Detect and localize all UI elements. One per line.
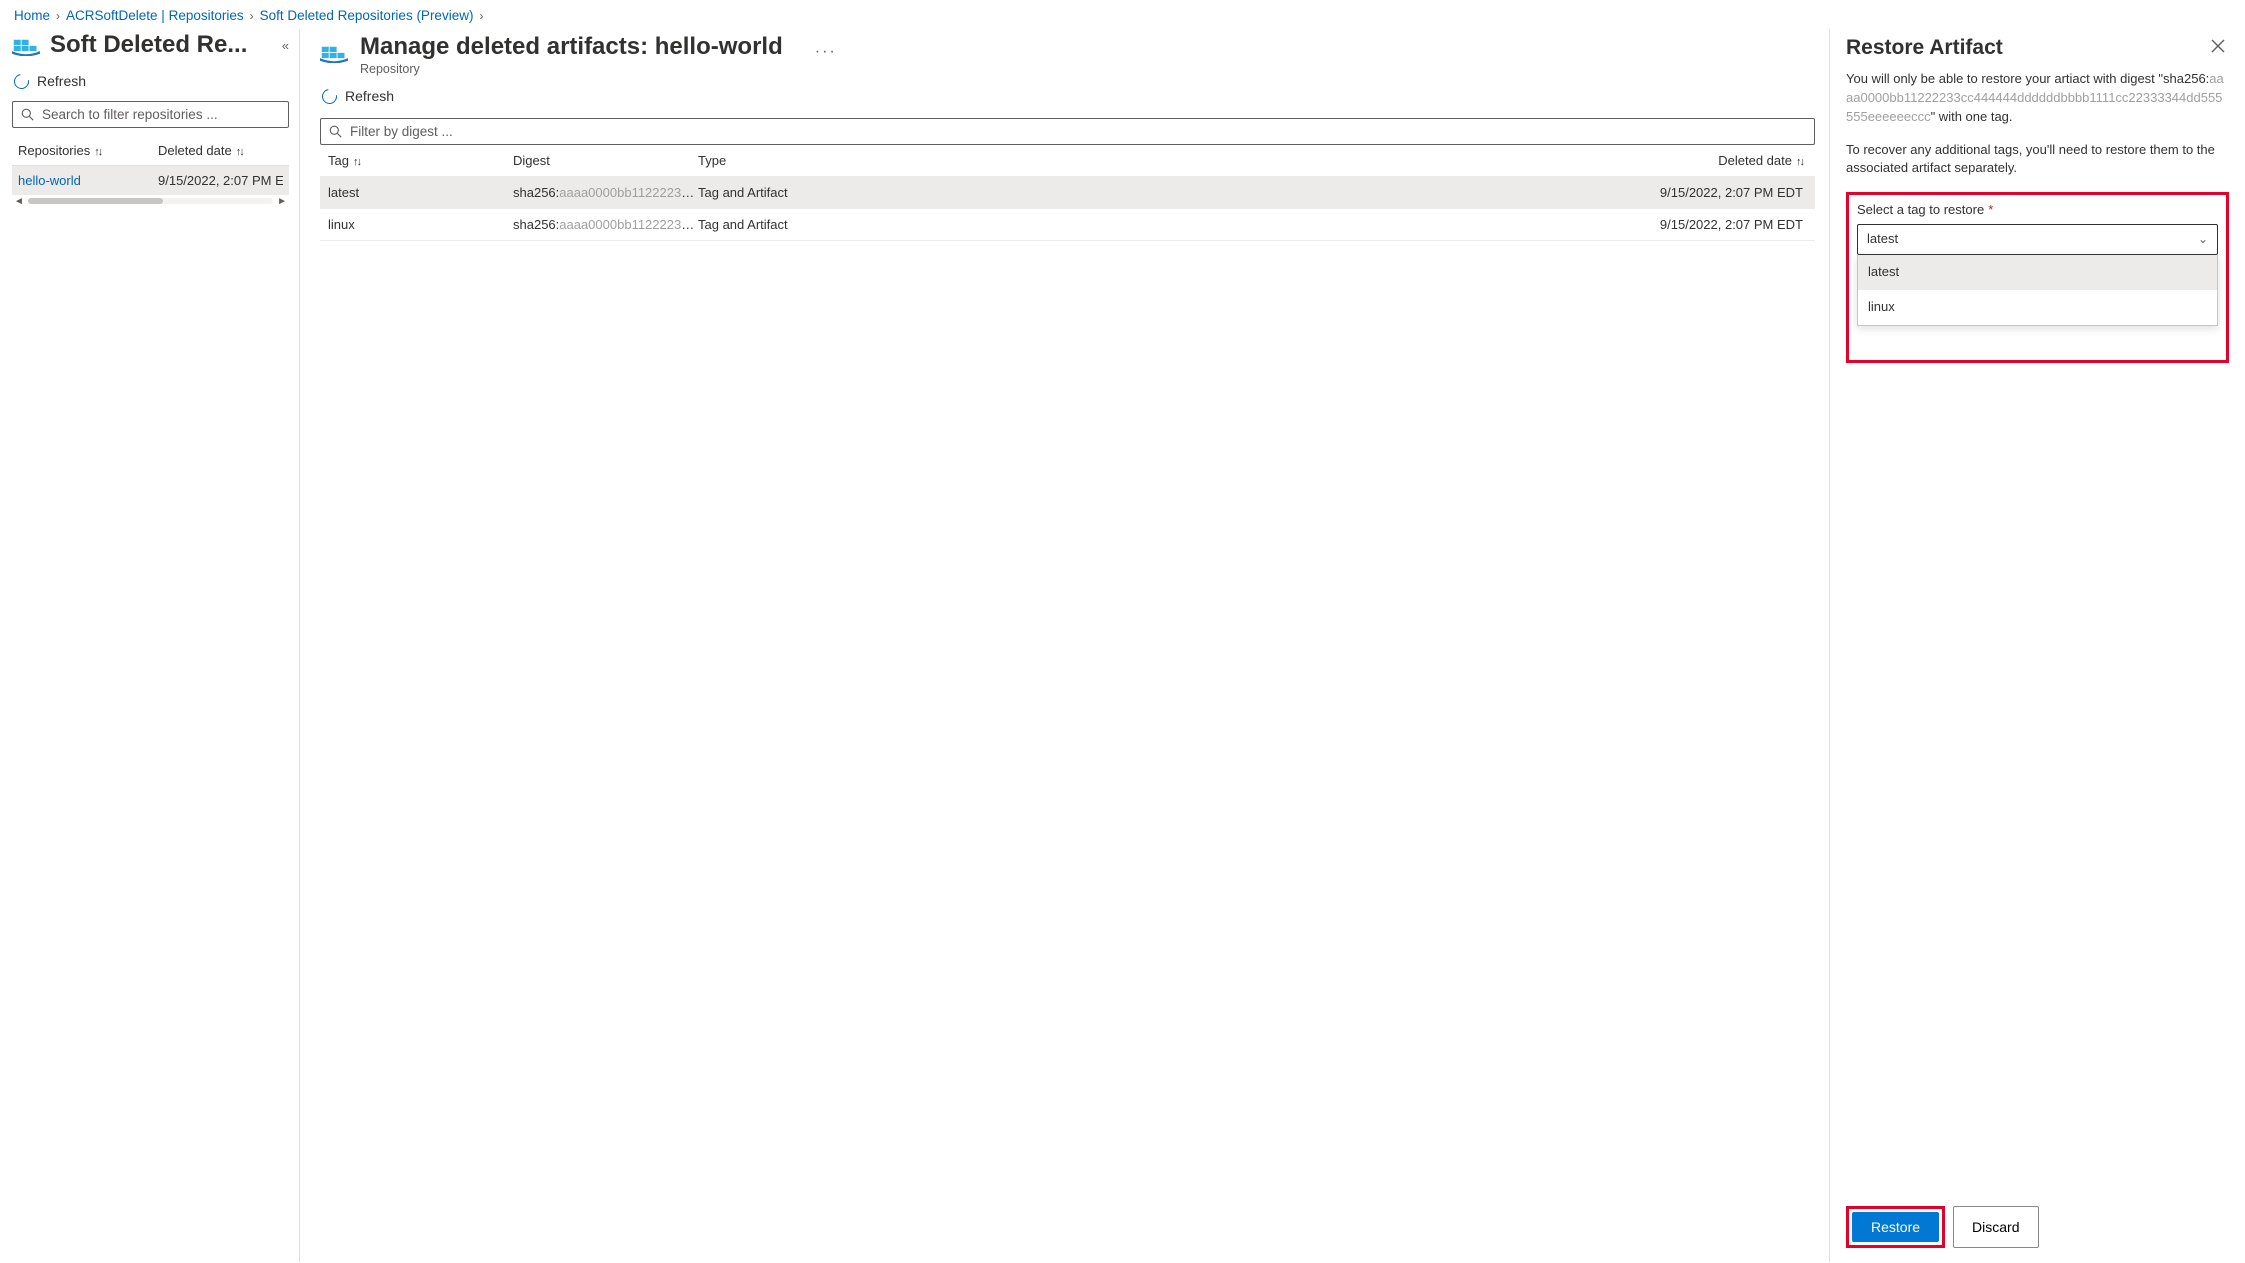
required-icon: * [1988,201,1993,220]
col-deleted-date[interactable]: Deleted date↑↓ [883,153,1807,168]
refresh-button[interactable]: Refresh [320,78,1829,116]
breadcrumb-link[interactable]: Home [14,8,50,23]
search-icon [329,125,342,138]
cell-date: 9/15/2022, 2:07 PM EDT [883,185,1807,200]
refresh-label: Refresh [37,73,86,89]
chevron-right-icon: › [479,9,483,23]
breadcrumb: Home › ACRSoftDelete | Repositories › So… [0,0,2245,29]
discard-button[interactable]: Discard [1953,1206,2038,1248]
refresh-button[interactable]: Refresh [12,63,289,101]
cell-type: Tag and Artifact [698,185,883,200]
cell-tag: latest [328,185,513,200]
refresh-label: Refresh [345,88,394,104]
breadcrumb-link[interactable]: ACRSoftDelete | Repositories [66,8,244,23]
tag-option[interactable]: latest [1858,255,2217,290]
repo-columns: Repositories↑↓ Deleted date↑↓ [12,136,289,165]
digest-filter-input[interactable] [350,124,1806,139]
artifact-row[interactable]: linux sha256:aaaa0000bb11222233c... Tag … [320,209,1815,241]
restore-button[interactable]: Restore [1852,1212,1939,1242]
sort-icon: ↑↓ [94,146,101,158]
page-subtitle: Repository [360,62,783,76]
refresh-icon [319,86,340,107]
restore-panel: Restore Artifact You will only be able t… [1829,29,2245,1262]
scroll-right-icon[interactable]: ► [277,196,287,207]
col-tag[interactable]: Tag↑↓ [328,153,513,168]
artifacts-panel: Manage deleted artifacts: hello-world Re… [300,29,1829,1262]
horizontal-scrollbar[interactable]: ◄ ► [12,195,289,207]
artifacts-grid: Tag↑↓ Digest Type Deleted date↑↓ latest … [320,145,1815,241]
col-type[interactable]: Type [698,153,883,168]
tag-dropdown: latest linux [1857,255,2218,326]
restore-description: You will only be able to restore your ar… [1846,70,2229,127]
col-deleted-date[interactable]: Deleted date↑↓ [158,143,283,158]
sort-icon: ↑↓ [236,146,243,158]
repo-search-input[interactable] [42,107,280,122]
restore-highlight: Restore [1846,1206,1945,1248]
sort-icon: ↑↓ [1796,156,1803,168]
refresh-icon [11,71,32,92]
grid-header: Tag↑↓ Digest Type Deleted date↑↓ [320,145,1815,177]
col-repositories[interactable]: Repositories↑↓ [18,143,158,158]
repo-search[interactable] [12,101,289,128]
more-icon[interactable]: ··· [815,33,837,61]
page-title: Manage deleted artifacts: hello-world [360,33,783,61]
container-registry-icon [320,41,348,63]
panel-title: Soft Deleted Re... [50,31,247,59]
search-icon [21,108,34,121]
container-registry-icon [12,34,40,56]
close-button[interactable] [2207,33,2229,62]
cell-digest: sha256:aaaa0000bb11222233c... [513,185,698,200]
repo-name: hello-world [18,173,158,188]
tag-select-value: latest [1867,230,2198,249]
sort-icon: ↑↓ [353,156,360,168]
tag-select-label: Select a tag to restore* [1857,201,2218,220]
scroll-thumb[interactable] [28,198,163,204]
repo-row[interactable]: hello-world 9/15/2022, 2:07 PM E [12,165,289,195]
panel-footer: Restore Discard [1846,1196,2229,1262]
collapse-icon[interactable]: « [282,38,289,53]
tag-select[interactable]: latest ⌄ [1857,224,2218,255]
panel-title: Restore Artifact [1846,36,2003,60]
repo-date: 9/15/2022, 2:07 PM E [158,173,283,188]
tag-select-highlight: Select a tag to restore* latest ⌄ latest… [1846,192,2229,362]
artifact-row[interactable]: latest sha256:aaaa0000bb11222233c... Tag… [320,177,1815,209]
chevron-down-icon: ⌄ [2198,231,2208,248]
scroll-track[interactable] [28,198,273,204]
restore-note: To recover any additional tags, you'll n… [1846,141,2229,179]
chevron-right-icon: › [56,9,60,23]
cell-type: Tag and Artifact [698,217,883,232]
cell-digest: sha256:aaaa0000bb11222233c... [513,217,698,232]
digest-filter[interactable] [320,118,1815,145]
scroll-left-icon[interactable]: ◄ [14,196,24,207]
breadcrumb-link[interactable]: Soft Deleted Repositories (Preview) [260,8,474,23]
close-icon [2211,39,2225,53]
chevron-right-icon: › [250,9,254,23]
cell-tag: linux [328,217,513,232]
repositories-panel: Soft Deleted Re... « Refresh Repositorie… [0,29,300,1262]
cell-date: 9/15/2022, 2:07 PM EDT [883,217,1807,232]
tag-option[interactable]: linux [1858,290,2217,325]
col-digest[interactable]: Digest [513,153,698,168]
panel-body: You will only be able to restore your ar… [1846,70,2229,363]
